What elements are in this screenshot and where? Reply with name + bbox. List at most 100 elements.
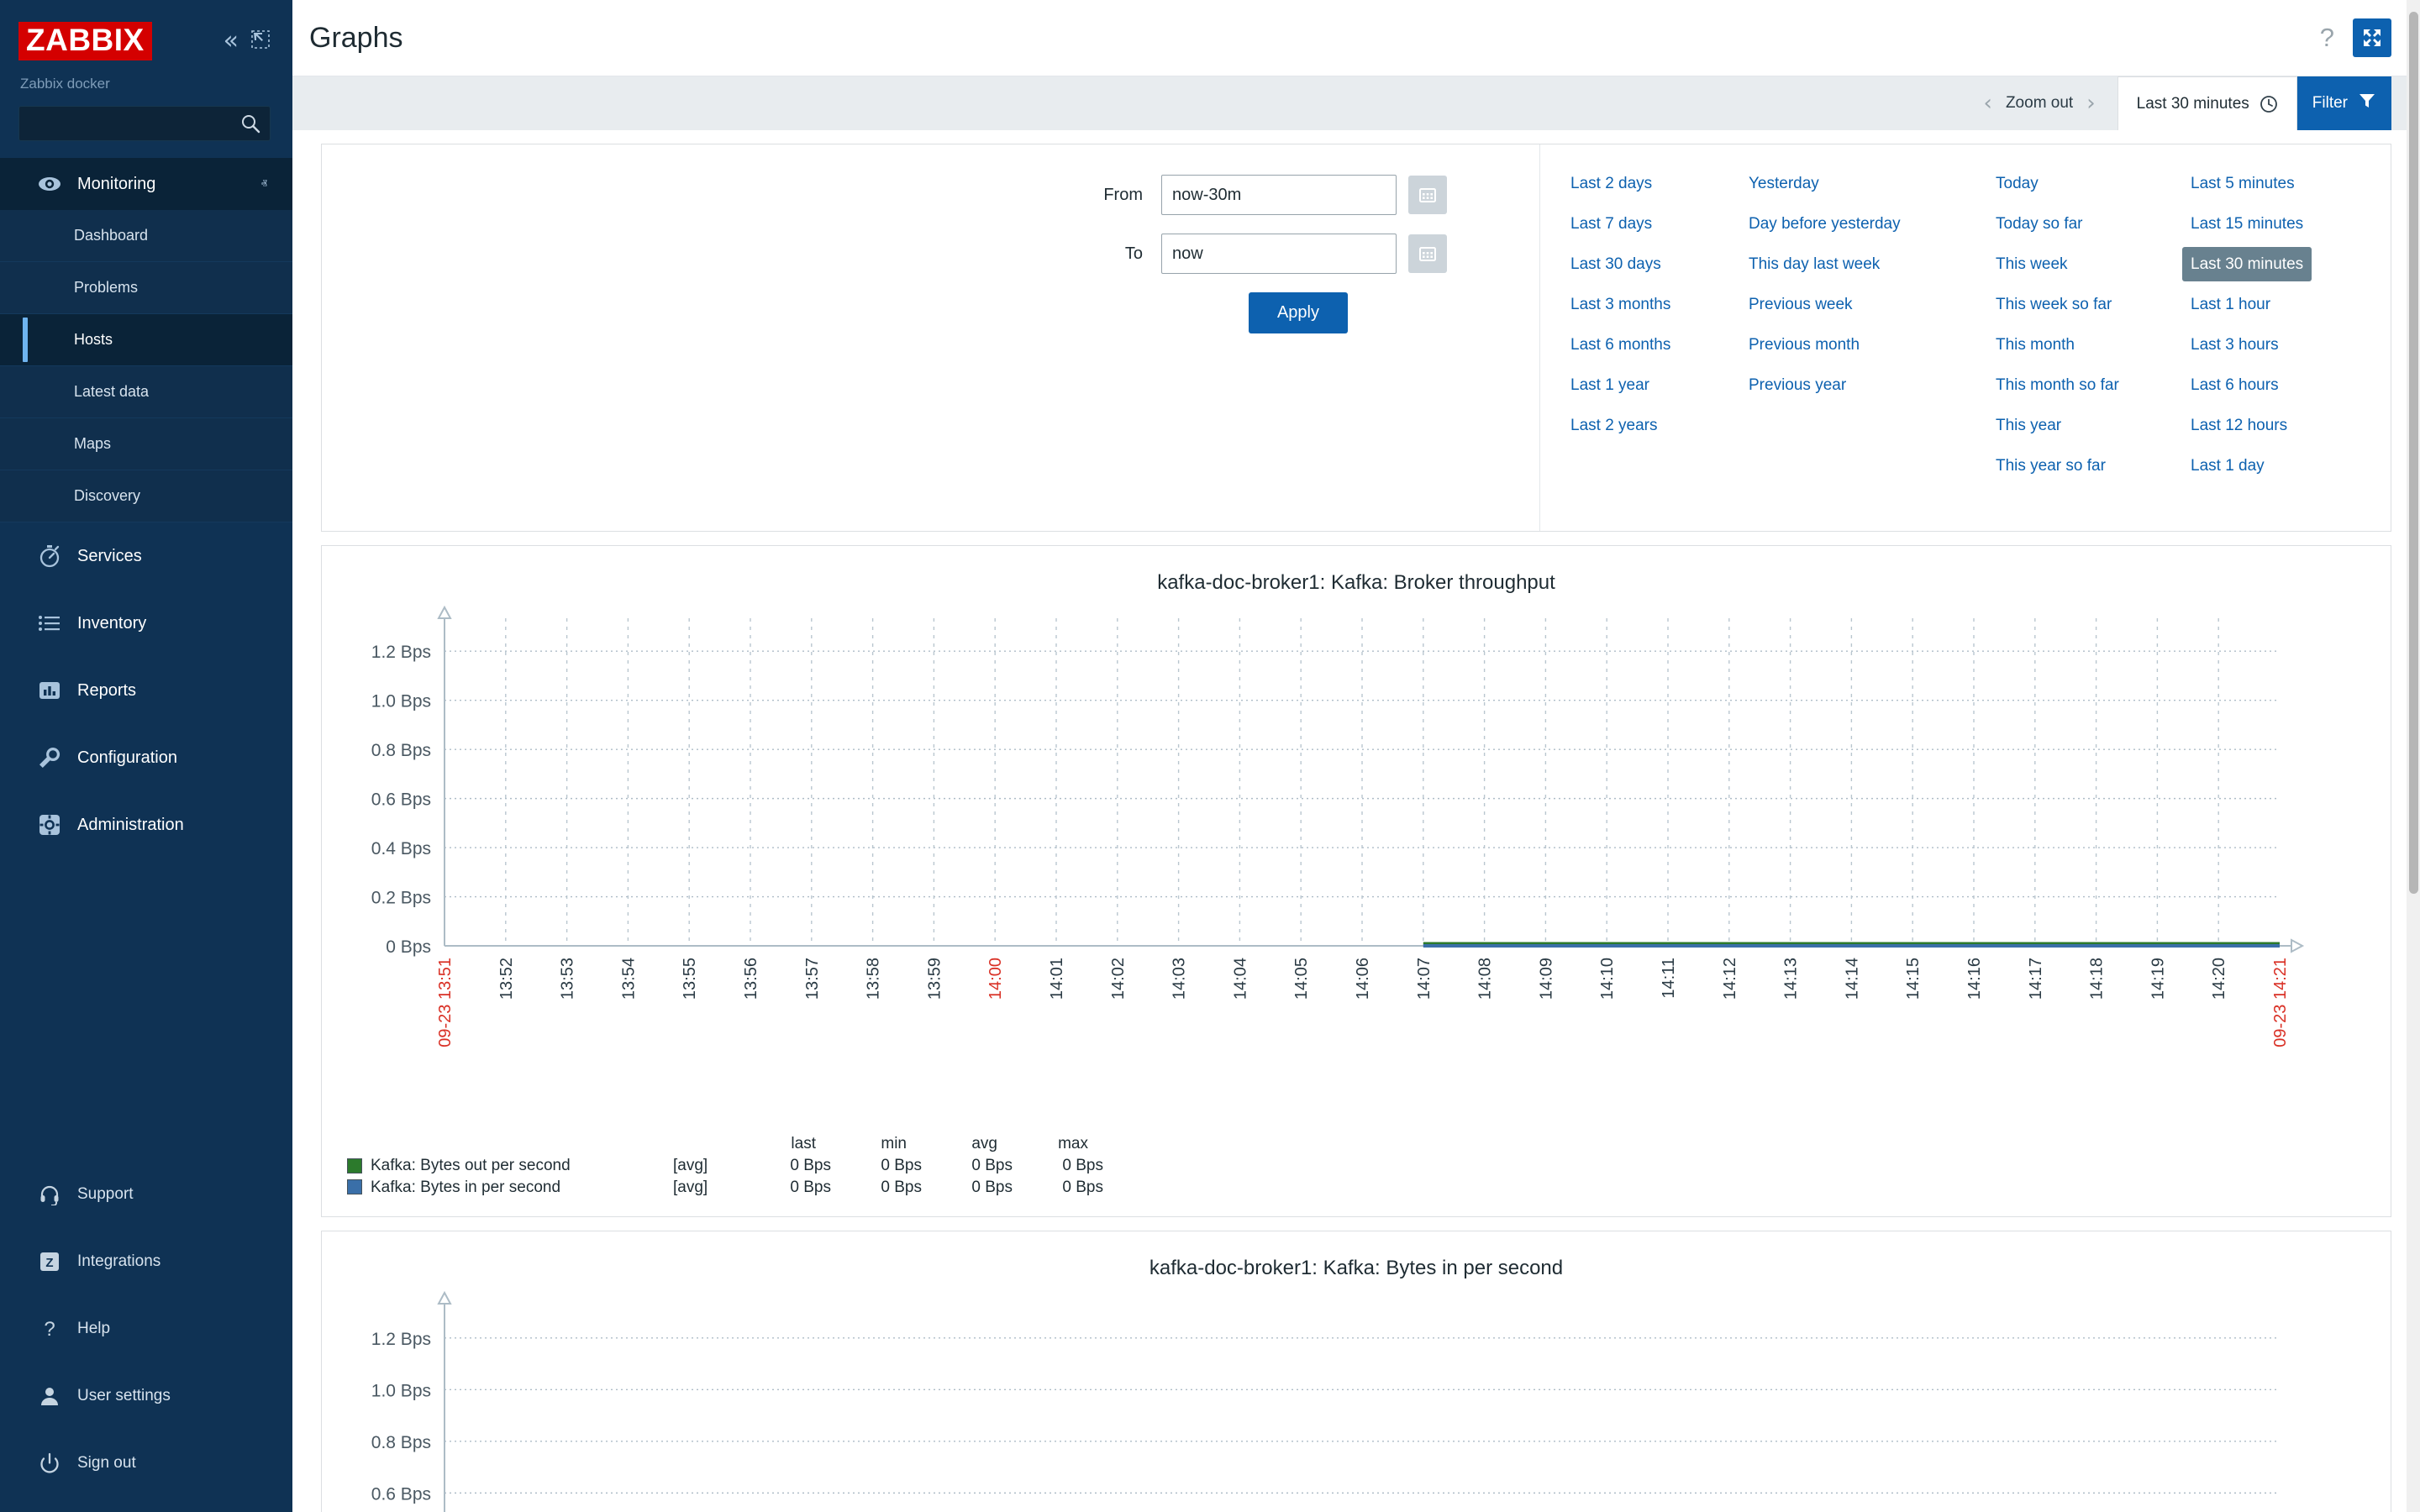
quick-range-link[interactable]: Last 3 hours xyxy=(2182,328,2287,362)
svg-text:0.6 Bps: 0.6 Bps xyxy=(371,1485,431,1504)
search-box[interactable] xyxy=(18,106,271,141)
quick-range-link[interactable]: This week so far xyxy=(1987,287,2120,322)
sidebar-item-maps[interactable]: Maps xyxy=(0,418,292,470)
sidebar-section-services: Services ⱟ xyxy=(0,522,292,590)
quick-range-link[interactable]: Previous week xyxy=(1740,287,1861,322)
svg-text:14:05: 14:05 xyxy=(1292,958,1311,1000)
filter-tab[interactable]: Filter xyxy=(2297,76,2391,130)
quick-range-link[interactable]: Last 1 day xyxy=(2182,449,2273,483)
svg-text:14:18: 14:18 xyxy=(2088,958,2107,1000)
quick-range-link[interactable]: This week xyxy=(1987,247,2076,281)
quick-range-column-2: Yesterday Day before yesterday This day … xyxy=(1740,166,1987,531)
svg-text:1.2 Bps: 1.2 Bps xyxy=(371,1330,431,1349)
quick-range-link[interactable]: Last 1 hour xyxy=(2182,287,2279,322)
quick-range-link[interactable]: Last 2 years xyxy=(1562,408,1666,443)
svg-text:14:04: 14:04 xyxy=(1231,958,1249,1000)
quick-range-link[interactable]: Previous month xyxy=(1740,328,1868,362)
sidebar-item-dashboard[interactable]: Dashboard xyxy=(0,210,292,262)
quick-range-link[interactable]: Today so far xyxy=(1987,207,2091,241)
svg-text:0.6 Bps: 0.6 Bps xyxy=(371,790,431,810)
sidebar-item-label: Support xyxy=(77,1185,292,1204)
sidebar-item-hosts[interactable]: Hosts xyxy=(0,314,292,366)
quick-range-link[interactable]: This day last week xyxy=(1740,247,1888,281)
legend-row[interactable]: Kafka: Bytes in per second [avg] 0 Bps 0… xyxy=(347,1177,2391,1199)
sidebar-item-monitoring[interactable]: Monitoring ⱏ xyxy=(0,158,292,210)
quick-range-link[interactable]: Previous year xyxy=(1740,368,1854,402)
sidebar-item-problems[interactable]: Problems xyxy=(0,262,292,314)
quick-range-link[interactable]: Last 1 year xyxy=(1562,368,1658,402)
quick-range-column-1: Last 2 days Last 7 days Last 30 days Las… xyxy=(1562,166,1740,531)
svg-text:14:03: 14:03 xyxy=(1171,958,1189,1000)
graph-canvas-2[interactable]: 0.2 Bps0.4 Bps0.6 Bps0.8 Bps1.0 Bps1.2 B… xyxy=(322,1287,2391,1512)
sidebar-subitem-label: Discovery xyxy=(74,487,140,505)
svg-text:13:56: 13:56 xyxy=(742,958,760,1000)
zabbix-logo[interactable]: ZABBIX xyxy=(18,22,152,60)
sidebar-section-reports: Reports ⱟ xyxy=(0,657,292,724)
graph-title: kafka-doc-broker1: Kafka: Bytes in per s… xyxy=(322,1231,2391,1287)
sidebar-bottom: Support Z Integrations ? Help User setti… xyxy=(0,1161,292,1512)
sidebar-item-latest-data[interactable]: Latest data xyxy=(0,366,292,418)
search-input[interactable] xyxy=(19,107,270,140)
sidebar-item-reports[interactable]: Reports ⱟ xyxy=(0,657,292,724)
quick-range-link[interactable]: This month so far xyxy=(1987,368,2128,402)
sidebar-item-integrations[interactable]: Z Integrations xyxy=(0,1228,292,1295)
sidebar-item-configuration[interactable]: Configuration ⱟ xyxy=(0,724,292,791)
quick-range-link[interactable]: Day before yesterday xyxy=(1740,207,1909,241)
sidebar-hide-icon[interactable] xyxy=(250,29,271,54)
collapse-sidebar-icon[interactable]: « xyxy=(224,29,239,54)
svg-text:14:14: 14:14 xyxy=(1843,958,1861,1000)
sidebar-item-inventory[interactable]: Inventory ⱟ xyxy=(0,590,292,657)
legend-min-value: 0 Bps xyxy=(831,1155,922,1177)
svg-text:14:10: 14:10 xyxy=(1598,958,1617,1000)
wrench-icon xyxy=(37,745,62,770)
sidebar-top: ZABBIX « Zabbix docker xyxy=(0,0,292,158)
quick-range-link[interactable]: Last 15 minutes xyxy=(2182,207,2312,241)
from-label: From xyxy=(1103,186,1143,205)
time-prev-arrow[interactable]: ‹ xyxy=(1970,91,2006,116)
time-input-area: From To xyxy=(322,144,1540,531)
time-range-tab[interactable]: Last 30 minutes xyxy=(2118,76,2297,130)
to-calendar-icon[interactable] xyxy=(1408,234,1447,273)
scrollbar-thumb[interactable] xyxy=(2409,12,2418,894)
zoom-out-button[interactable]: Zoom out xyxy=(2006,94,2073,113)
time-next-arrow[interactable]: › xyxy=(2073,91,2108,116)
quick-range-link[interactable]: Last 6 months xyxy=(1562,328,1679,362)
chevron-up-icon[interactable]: ⱏ xyxy=(261,176,267,192)
sidebar-item-administration[interactable]: Administration ⱟ xyxy=(0,791,292,858)
quick-range-link[interactable]: Last 7 days xyxy=(1562,207,1660,241)
graph-canvas-1[interactable]: 0 Bps 0.2 Bps 0.4 Bps 0.6 Bps 0.8 Bps 1.0 Bps… xyxy=(322,601,2391,1135)
quick-range-link[interactable]: Last 6 hours xyxy=(2182,368,2287,402)
help-icon[interactable]: ? xyxy=(2320,23,2334,53)
quick-range-link[interactable]: Today xyxy=(1987,166,2047,201)
sidebar-item-discovery[interactable]: Discovery xyxy=(0,470,292,522)
quick-range-link[interactable]: This year so far xyxy=(1987,449,2114,483)
quick-range-link-selected[interactable]: Last 30 minutes xyxy=(2182,247,2312,281)
legend-row[interactable]: Kafka: Bytes out per second [avg] 0 Bps … xyxy=(347,1155,2391,1177)
quick-range-link[interactable]: Last 2 days xyxy=(1562,166,1660,201)
from-input[interactable] xyxy=(1161,175,1397,215)
quick-range-link[interactable]: Last 5 minutes xyxy=(2182,166,2303,201)
sidebar-item-sign-out[interactable]: Sign out xyxy=(0,1430,292,1497)
apply-button[interactable]: Apply xyxy=(1249,292,1348,333)
sidebar-item-user-settings[interactable]: User settings ⱟ xyxy=(0,1362,292,1430)
sidebar: ZABBIX « Zabbix docker Monitoring ⱏ Dash… xyxy=(0,0,292,1512)
to-input[interactable] xyxy=(1161,234,1397,274)
search-icon[interactable] xyxy=(239,113,261,134)
kiosk-mode-button[interactable] xyxy=(2353,18,2391,57)
quick-range-link[interactable]: Yesterday xyxy=(1740,166,1828,201)
quick-range-link[interactable]: Last 30 days xyxy=(1562,247,1670,281)
legend-header-max: max xyxy=(997,1135,1088,1153)
quick-range-link[interactable]: This month xyxy=(1987,328,2083,362)
quick-range-link[interactable]: Last 12 hours xyxy=(2182,408,2296,443)
from-calendar-icon[interactable] xyxy=(1408,176,1447,214)
svg-text:13:58: 13:58 xyxy=(865,958,883,1000)
sidebar-section-inventory: Inventory ⱟ xyxy=(0,590,292,657)
quick-range-link[interactable]: Last 3 months xyxy=(1562,287,1679,322)
quick-range-link[interactable]: This year xyxy=(1987,408,2070,443)
page-scrollbar[interactable] xyxy=(2407,0,2420,1512)
svg-text:14:19: 14:19 xyxy=(2149,958,2167,1000)
sidebar-item-support[interactable]: Support xyxy=(0,1161,292,1228)
sidebar-item-services[interactable]: Services ⱟ xyxy=(0,522,292,590)
zoom-nav: ‹ Zoom out › xyxy=(1970,76,2109,130)
sidebar-item-help[interactable]: ? Help xyxy=(0,1295,292,1362)
